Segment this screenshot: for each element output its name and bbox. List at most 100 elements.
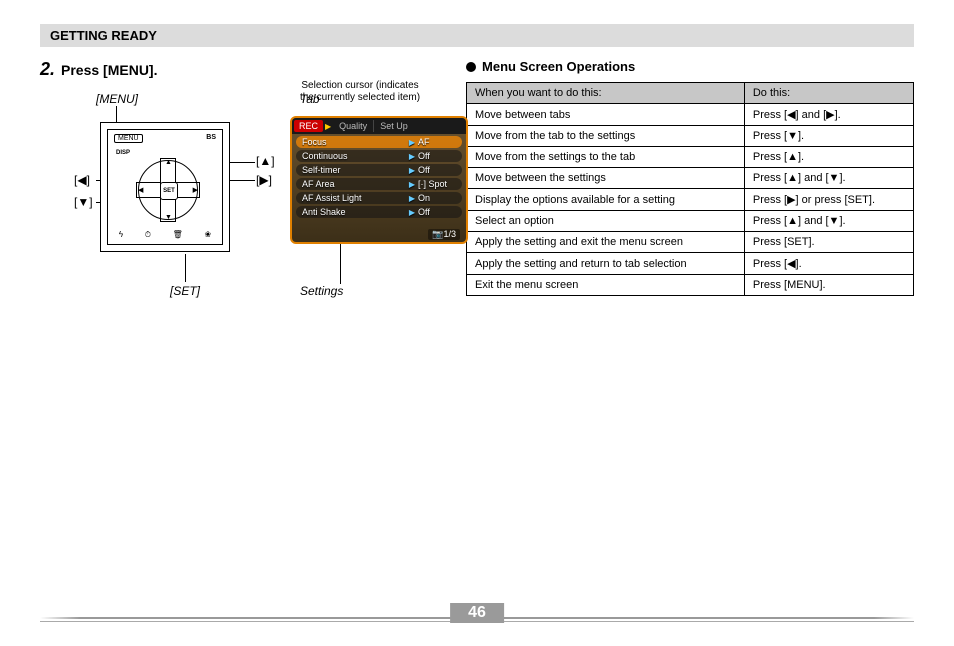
right-callout: [▶] [256,173,272,187]
lcd-row-continuous: Continuous▶Off [296,150,462,162]
camera-controls-diagram: MENU BS DISP SET ▲ ▼ ◀ ▶ [100,122,230,252]
table-row: Display the options available for a sett… [467,189,914,211]
lcd-tab-quality: Quality [333,120,373,132]
table-cell: Apply the setting and return to tab sele… [467,253,745,275]
set-callout-label: [SET] [170,284,200,298]
table-row: Move between the settingsPress [▲] and [… [467,168,914,189]
down-callout: [▼] [74,195,93,209]
left-column: 2. Press [MENU]. Selection cursor (indic… [40,59,442,304]
trash-icon: 🗑 [173,230,183,240]
disp-button-label: DISP [116,150,130,156]
tab-callout-label: Tab [300,92,320,106]
play-icon: ▶ [409,166,415,175]
table-cell: Press [◀]. [744,253,913,275]
lcd-row-val: Off [418,207,456,217]
table-row: Move from the tab to the settingsPress [… [467,126,914,147]
lcd-row-val: Off [418,151,456,161]
play-icon: ▶ [409,138,415,147]
flash-icon: ϟ [119,230,123,240]
camera-inner-frame: MENU BS DISP SET ▲ ▼ ◀ ▶ [107,129,223,245]
lcd-row-antishake: Anti Shake▶Off [296,206,462,218]
table-cell: Select an option [467,211,745,232]
table-row: Move between tabsPress [◀] and [▶]. [467,104,914,126]
table-cell: Press [▲] and [▼]. [744,211,913,232]
lcd-row-key: Anti Shake [302,207,406,217]
lcd-row-afassist: AF Assist Light▶On [296,192,462,204]
table-cell: Press [▶] or press [SET]. [744,189,913,211]
lcd-page-indicator: 📷1/3 [428,229,460,240]
table-cell: Move between the settings [467,168,745,189]
table-cell: Display the options available for a sett… [467,189,745,211]
table-cell: Move from the settings to the tab [467,147,745,168]
play-icon: ▶ [409,180,415,189]
lcd-row-selftimer: Self-timer▶Off [296,164,462,176]
timer-icon: ⏱ [145,230,151,240]
table-cell: Press [SET]. [744,232,913,253]
dpad-left-icon: ◀ [138,186,143,194]
table-cell: Press [◀] and [▶]. [744,104,913,126]
section-header: GETTING READY [40,24,914,47]
lcd-tab-rec: REC [294,120,323,132]
left-callout: [◀] [74,173,90,187]
table-row: Select an optionPress [▲] and [▼]. [467,211,914,232]
menu-operations-heading-text: Menu Screen Operations [482,59,635,74]
table-cell: Press [▲] and [▼]. [744,168,913,189]
lcd-tab-setup: Set Up [373,120,414,132]
play-icon: ▶ [409,152,415,161]
play-icon: ▶ [409,194,415,203]
dpad-right-icon: ▶ [193,186,198,194]
table-cell: Press [MENU]. [744,275,913,296]
lcd-tab-bar: REC ▶ Quality Set Up [292,118,466,134]
lcd-row-val: Off [418,165,456,175]
lcd-settings-list: Focus▶AF Continuous▶Off Self-timer▶Off A… [292,134,466,222]
right-column: Menu Screen Operations When you want to … [466,59,914,304]
table-row: Apply the setting and return to tab sele… [467,253,914,275]
step-number: 2. [40,59,55,80]
dpad: SET ▲ ▼ ◀ ▶ [138,160,198,220]
table-header-col2: Do this: [744,83,913,104]
lcd-row-key: AF Area [302,179,406,189]
lcd-row-val: AF [418,137,456,147]
macro-icon: ❀ [204,230,211,240]
set-button: SET [160,182,178,200]
bs-button-label: BS [206,134,216,141]
menu-operations-heading: Menu Screen Operations [466,59,914,74]
dpad-up-icon: ▲ [165,159,172,166]
menu-callout-label: [MENU] [96,92,138,106]
table-cell: Press [▼]. [744,126,913,147]
table-cell: Apply the setting and exit the menu scre… [467,232,745,253]
bullet-icon [466,62,476,72]
lcd-row-val: [·] Spot [418,179,456,189]
lcd-tab-arrow-icon: ▶ [323,122,333,131]
lcd-row-key: Self-timer [302,165,406,175]
diagram-area: [MENU] Tab [SET] Settings [▲] [▶] [◀] [▼… [40,84,442,304]
lcd-row-afarea: AF Area▶[·] Spot [296,178,462,190]
lcd-row-key: Continuous [302,151,406,161]
bottom-icon-row: ϟ ⏱ 🗑 ❀ [108,230,222,240]
lcd-row-focus: Focus▶AF [296,136,462,148]
table-cell: Exit the menu screen [467,275,745,296]
page-footer: 46 [40,617,914,622]
lcd-row-key: Focus [302,137,406,147]
menu-button-label: MENU [114,134,143,143]
table-header-col1: When you want to do this: [467,83,745,104]
play-icon: ▶ [409,208,415,217]
table-row: Apply the setting and exit the menu scre… [467,232,914,253]
dpad-down-icon: ▼ [165,214,172,221]
lcd-row-key: AF Assist Light [302,193,406,203]
operations-table: When you want to do this: Do this: Move … [466,82,914,296]
lcd-menu-screenshot: REC ▶ Quality Set Up Focus▶AF Continuous… [290,116,468,244]
table-cell: Press [▲]. [744,147,913,168]
up-callout: [▲] [256,154,275,168]
lcd-row-val: On [418,193,456,203]
leader-line [185,254,186,282]
table-cell: Move from the tab to the settings [467,126,745,147]
page-number: 46 [450,603,504,623]
table-row: Exit the menu screenPress [MENU]. [467,275,914,296]
table-cell: Move between tabs [467,104,745,126]
settings-callout-label: Settings [300,284,343,298]
lcd-page-text: 1/3 [443,229,456,239]
table-row: Move from the settings to the tabPress [… [467,147,914,168]
step-instruction: Press [MENU]. [61,62,157,78]
leader-line [340,244,341,284]
